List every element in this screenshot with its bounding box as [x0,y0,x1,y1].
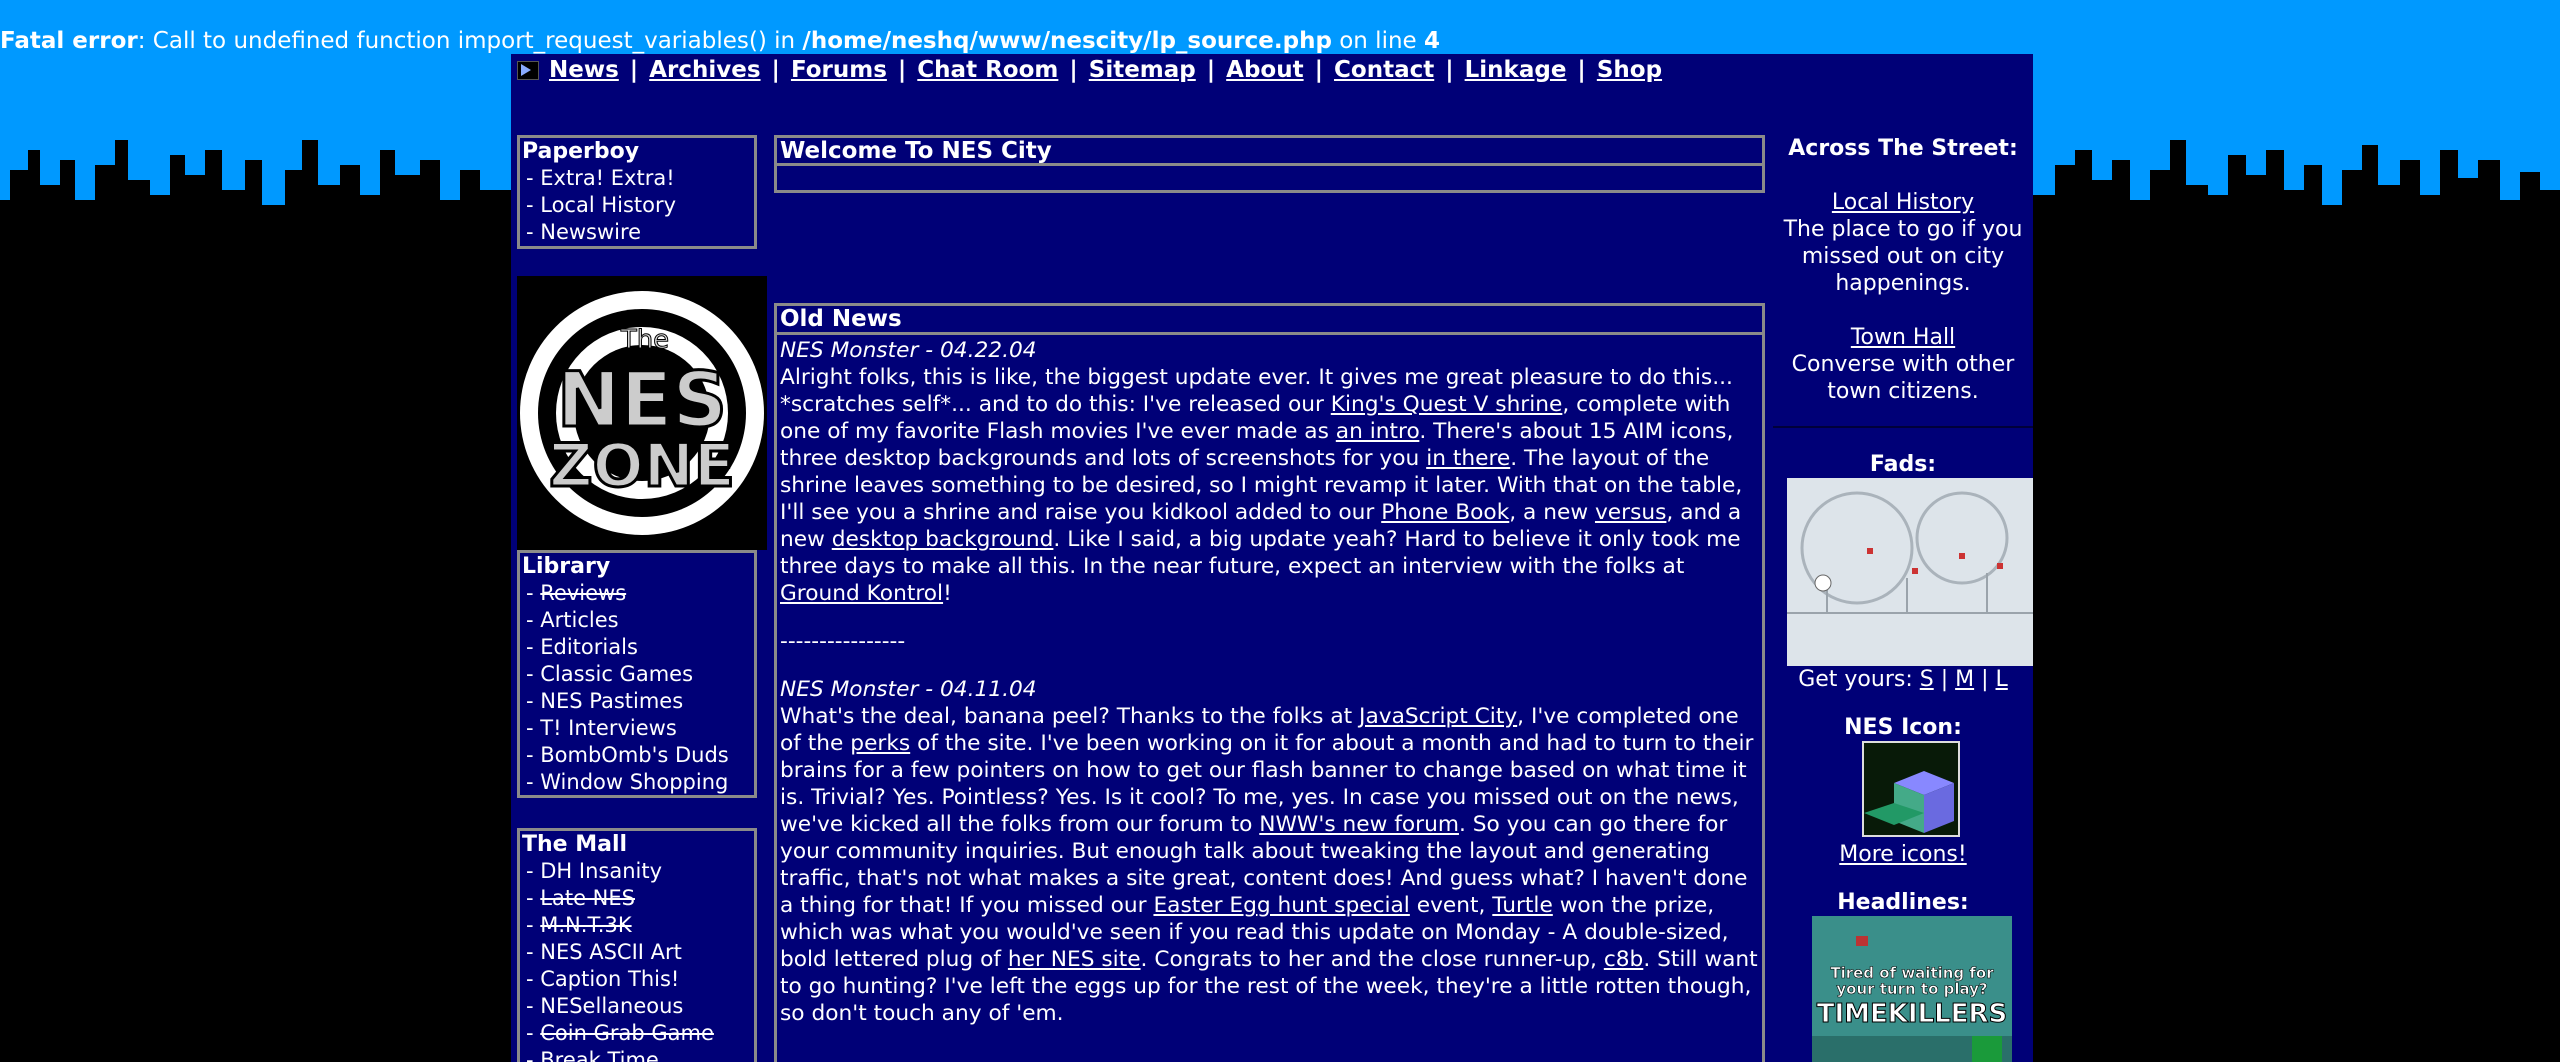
mall-item-late-nes[interactable]: Late NES [540,886,635,910]
mall-item-ascii-art[interactable]: - NES ASCII Art [520,939,754,966]
mall-item-mnt3k[interactable]: M.N.T.3K [540,913,631,937]
library-title: Library [522,554,611,579]
link-desktop-background[interactable]: desktop background [832,527,1054,552]
ad-tagline: Tired of waiting for your turn to play? [1830,964,1994,998]
link-turtle[interactable]: Turtle [1492,893,1553,918]
link-easter-egg-hunt[interactable]: Easter Egg hunt special [1153,893,1409,918]
library-item-reviews-row: - Reviews [526,581,627,605]
mall-item-nesellaneous[interactable]: - NESellaneous [520,993,754,1020]
library-item-interviews[interactable]: - T! Interviews [520,715,754,742]
link-intro[interactable]: an intro [1336,419,1420,444]
fads-size-l[interactable]: L [1996,667,2008,692]
nes-zone-logo-art: The NES ZONE [517,276,767,550]
link-javascript-city[interactable]: JavaScript City [1359,704,1517,729]
link-more-icons[interactable]: More icons! [1773,841,2033,868]
paperboy-title: Paperboy [522,139,640,164]
mall-title: The Mall [522,832,628,857]
top-navigation: News | Archives | Forums | Chat Room | Sitem… [517,54,1662,86]
fads-size-m[interactable]: M [1955,667,1974,692]
error-file: /home/neshq/www/nescity/lp_source.php [802,28,1332,54]
cube-icon [1864,743,1958,835]
post-2-header: NES Monster - 04.11.04 [780,677,1037,702]
fads-title: Fads: [1869,452,1937,477]
local-history-desc: The place to go if you missed out on cit… [1783,217,2023,296]
paperboy-box: Paperboy - Extra! Extra! - Local History… [517,135,757,249]
nav-contact[interactable]: Contact [1334,57,1434,83]
link-town-hall[interactable]: Town Hall [1773,324,2033,351]
link-her-nes-site[interactable]: her NES site [1008,947,1141,972]
fads-wallpaper [1787,478,2033,666]
library-item-bombomb[interactable]: - BombOmb's Duds [520,742,754,769]
timekillers-ad: Tired of waiting for your turn to play? T… [1812,916,2012,1062]
link-local-history[interactable]: Local History [1773,189,2033,216]
mall-box: The Mall - DH Insanity - Late NES - M.N.… [517,828,757,1062]
mall-item-mnt3k-row: - M.N.T.3K [526,913,632,937]
headlines-title: Headlines: [1837,890,1969,915]
error-prefix: Fatal error [0,28,138,54]
fads-image[interactable] [1787,478,2033,666]
paperboy-extra[interactable]: - Extra! Extra! [520,165,754,192]
welcome-body [774,166,1765,193]
link-c8b[interactable]: c8b [1604,947,1644,972]
nav-chat-room[interactable]: Chat Room [917,57,1058,83]
welcome-title: Welcome To NES City [774,135,1765,166]
link-kings-quest-shrine[interactable]: King's Quest V shrine [1331,392,1563,417]
fads-size-s[interactable]: S [1920,667,1934,692]
nav-archives[interactable]: Archives [649,57,760,83]
flag-icon [517,60,539,80]
headlines-ad[interactable]: Tired of waiting for your turn to play? T… [1812,916,2012,1062]
logo-the: The [620,325,669,355]
library-item-window-shopping[interactable]: - Window Shopping [520,769,754,796]
mall-item-coin-grab-row: - Coin Grab Game [526,1021,714,1045]
right-divider [1773,426,2033,428]
mall-item-caption-this[interactable]: - Caption This! [520,966,754,993]
link-versus[interactable]: versus [1595,500,1666,525]
paperboy-local-history[interactable]: - Local History [520,192,754,219]
news-body: NES Monster - 04.22.04 Alright folks, th… [774,335,1765,1062]
library-box: Library - Reviews - Articles - Editorial… [517,550,757,798]
php-error-message: Fatal error: Call to undefined function … [0,26,1440,56]
link-in-there[interactable]: in there [1426,446,1510,471]
old-news-title: Old News [774,303,1765,335]
news-post-1: NES Monster - 04.22.04 Alright folks, th… [780,338,1743,606]
link-perks[interactable]: perks [850,731,910,756]
library-item-reviews[interactable]: Reviews [540,581,626,605]
nes-icon-image[interactable] [1862,741,1960,837]
get-yours-row: Get yours: S | M | L [1798,667,2008,692]
nav-linkage[interactable]: Linkage [1465,57,1567,83]
link-nww-forum[interactable]: NWW's new forum [1259,812,1459,837]
nes-icon-title: NES Icon: [1844,715,1962,740]
site-container: News | Archives | Forums | Chat Room | Sitem… [511,54,2033,1062]
error-line: 4 [1424,28,1441,54]
link-phone-book[interactable]: Phone Book [1381,500,1509,525]
town-hall-desc: Converse with other town citizens. [1791,352,2015,404]
mall-item-coin-grab[interactable]: Coin Grab Game [540,1021,714,1045]
mall-item-dh-insanity[interactable]: - DH Insanity [520,858,754,885]
nav-about[interactable]: About [1226,57,1303,83]
error-online: on line [1331,28,1424,54]
nav-forums[interactable]: Forums [791,57,887,83]
nav-sitemap[interactable]: Sitemap [1089,57,1196,83]
post-1-header: NES Monster - 04.22.04 [780,338,1037,363]
library-item-editorials[interactable]: - Editorials [520,634,754,661]
logo-zone: ZONE [549,431,735,501]
mall-item-late-nes-row: - Late NES [526,886,635,910]
nav-news[interactable]: News [549,57,619,83]
ad-timekillers: TIMEKILLERS [1817,999,2008,1029]
nes-zone-logo[interactable]: The NES ZONE [517,276,767,550]
library-item-nes-pastimes[interactable]: - NES Pastimes [520,688,754,715]
mall-item-break-time[interactable]: - Break Time [520,1047,754,1062]
library-item-articles[interactable]: - Articles [520,607,754,634]
news-post-2: NES Monster - 04.11.04 What's the deal, … [780,677,1758,1026]
nav-shop[interactable]: Shop [1597,57,1662,83]
paperboy-newswire[interactable]: - Newswire [520,219,754,246]
across-street-title: Across The Street: [1788,136,2018,161]
error-message: : Call to undefined function import_requ… [137,28,803,54]
library-item-classic-games[interactable]: - Classic Games [520,661,754,688]
news-divider: ---------------- [780,629,906,654]
link-ground-kontrol[interactable]: Ground Kontrol [780,581,943,606]
